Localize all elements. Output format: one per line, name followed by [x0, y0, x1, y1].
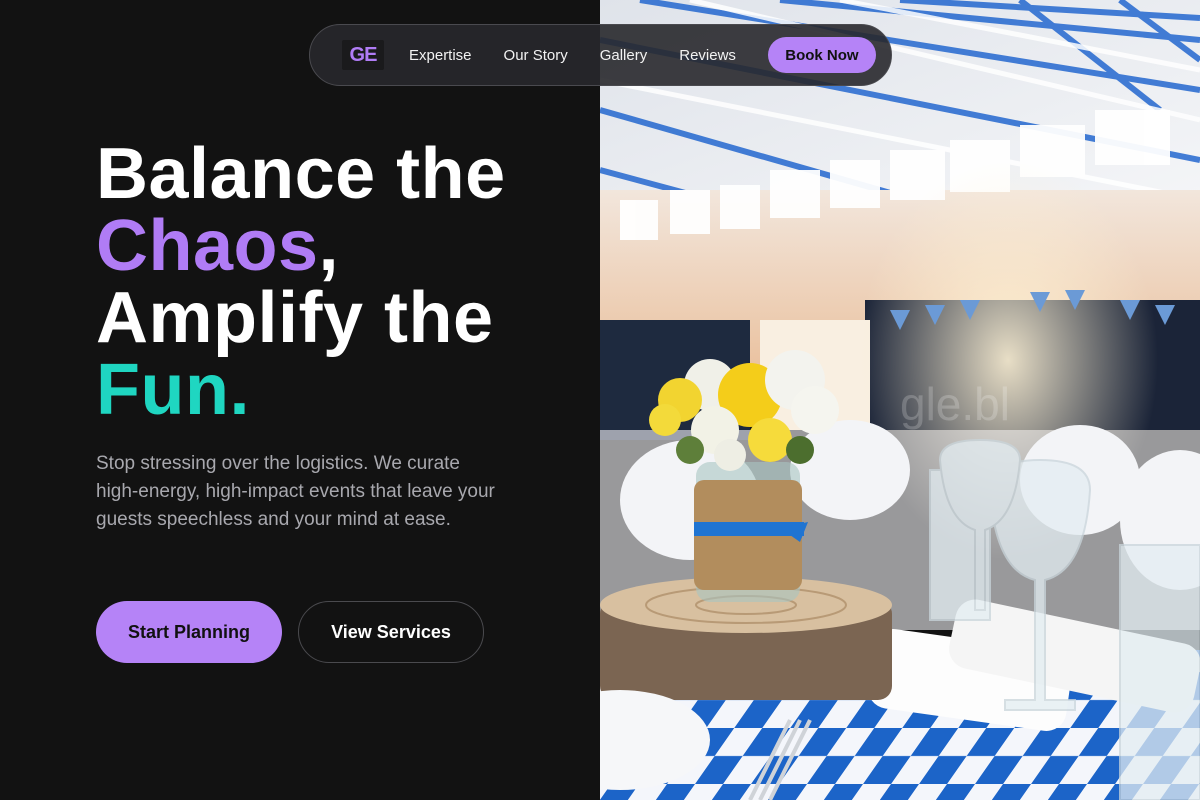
- top-nav: GE Expertise Our Story Gallery Reviews B…: [309, 24, 892, 86]
- start-planning-button[interactable]: Start Planning: [96, 601, 282, 663]
- headline-line-2: Chaos,: [96, 210, 506, 282]
- nav-link-our-story[interactable]: Our Story: [504, 47, 568, 64]
- hero-photo: gle.bl: [600, 0, 1200, 800]
- photo-watermark: gle.bl: [900, 378, 1010, 430]
- banquet-hall-image: gle.bl: [600, 0, 1200, 800]
- headline-line-1: Balance the: [96, 134, 506, 214]
- book-now-button[interactable]: Book Now: [767, 37, 876, 73]
- headline-comma: ,: [318, 206, 340, 286]
- hero-headline: Balance the Chaos, Amplify the Fun.: [96, 138, 506, 426]
- headline-accent-chaos: Chaos: [96, 206, 319, 286]
- nav-link-gallery[interactable]: Gallery: [600, 47, 648, 64]
- hero-subtitle: Stop stressing over the logistics. We cu…: [96, 453, 495, 530]
- nav-link-expertise[interactable]: Expertise: [409, 47, 472, 64]
- headline-accent-fun: Fun.: [96, 350, 250, 430]
- nav-link-reviews[interactable]: Reviews: [679, 47, 736, 64]
- view-services-button[interactable]: View Services: [298, 601, 484, 663]
- hero-section: Balance the Chaos, Amplify the Fun. Stop…: [0, 0, 600, 800]
- logo[interactable]: GE: [342, 40, 384, 70]
- headline-line-3: Amplify the: [96, 278, 494, 358]
